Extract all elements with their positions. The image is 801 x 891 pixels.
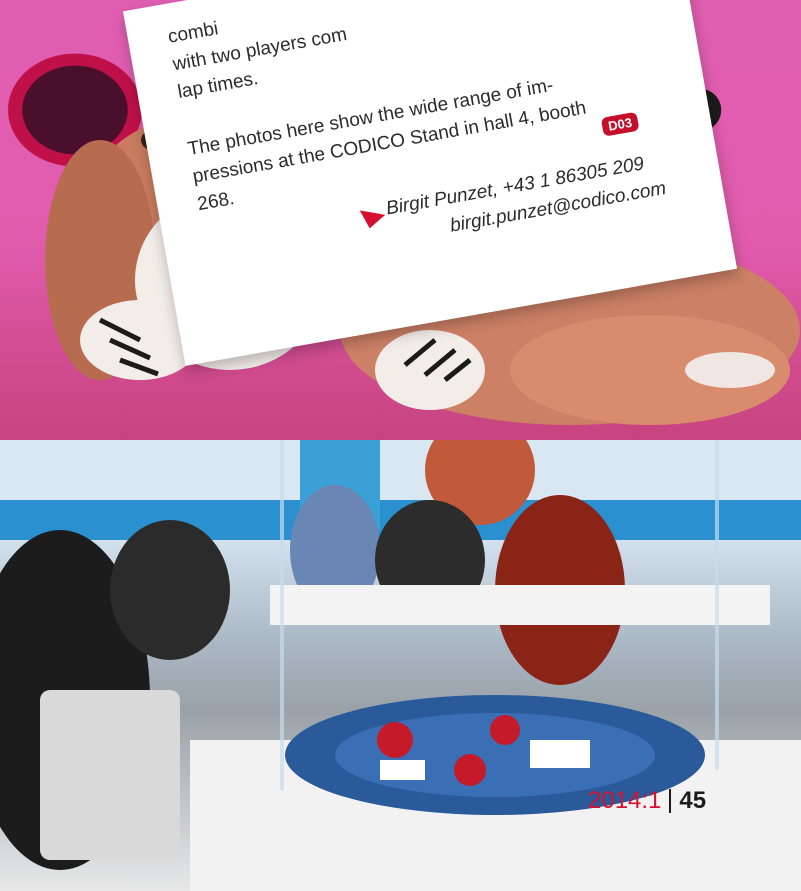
photo-booth-meeting bbox=[0, 440, 801, 891]
booth-badge: D03 bbox=[600, 111, 640, 137]
photo-dog-figurine: combi with two players com lap times. Th… bbox=[0, 0, 801, 440]
page-folio: 2014:1 45 bbox=[588, 785, 706, 817]
red-arrow-icon bbox=[356, 210, 386, 231]
folio-divider bbox=[669, 789, 672, 813]
booth-scene-illustration bbox=[0, 440, 801, 891]
card-text-line: 268. bbox=[195, 188, 236, 216]
issue-number: 2014:1 bbox=[588, 787, 662, 814]
page-number: 45 bbox=[679, 787, 707, 814]
